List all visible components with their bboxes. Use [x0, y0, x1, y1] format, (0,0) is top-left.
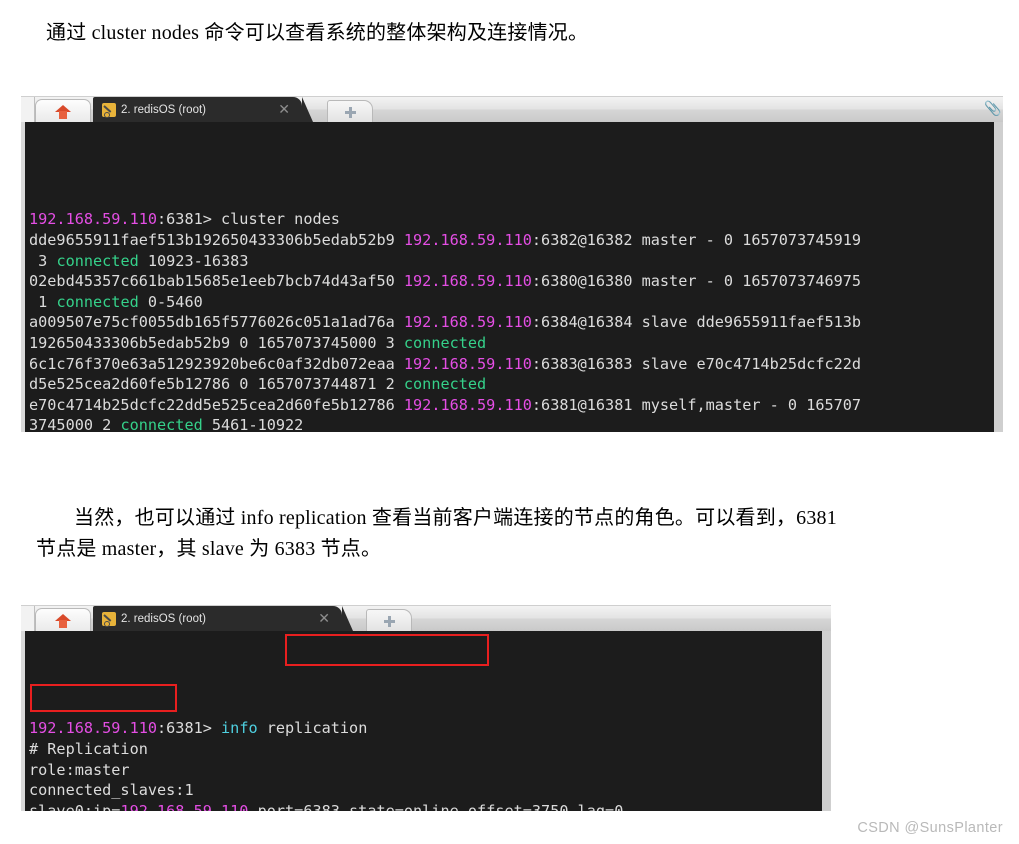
terminal-text-span: 0-5460 — [138, 292, 203, 311]
terminal-text-span: # Replication — [29, 739, 148, 758]
terminal-line: # Replication — [29, 739, 831, 760]
terminal-line: dde9655911faef513b192650433306b5edab52b9… — [29, 230, 1003, 251]
terminal-line: slave0:ip=192.168.59.110,port=6383,state… — [29, 801, 831, 811]
window2-tab-close-icon[interactable]: ✕ — [318, 610, 330, 626]
terminal-text-span: connected — [403, 375, 487, 394]
home-icon — [55, 104, 71, 119]
terminal-text-span: info — [221, 719, 258, 738]
terminal-line: connected_slaves:1 — [29, 780, 831, 801]
window1-terminal-scrollbar[interactable] — [994, 122, 1003, 432]
terminal-text-span: d5e525cea2d60fe5b12786 0 1657073744871 2 — [29, 375, 404, 394]
terminal-text-span: connected — [56, 251, 139, 270]
terminal-text-span: connected — [120, 416, 203, 432]
terminal-text-span: connected_slaves:1 — [29, 781, 194, 800]
window2-titlebar-left-edge — [21, 606, 35, 631]
home-icon — [55, 613, 71, 628]
intro-paragraph-info-replication: 当然，也可以通过 info replication 查看当前客户端连接的节点的角… — [36, 503, 988, 565]
terminal-text-span: 192.168.59.110 — [403, 313, 532, 332]
terminal-text-span: :6380@16380 master - 0 1657073746975 — [531, 272, 862, 291]
window2-tab-label: 2. redisOS (root) — [121, 612, 206, 625]
terminal-window-info-replication: 2. redisOS (root) ✕ 192.168.59.110:6381>… — [21, 605, 831, 811]
window2-session-tab[interactable]: 2. redisOS (root) ✕ — [93, 606, 353, 631]
window2-home-tab[interactable] — [35, 608, 91, 632]
window1-session-tab[interactable]: 2. redisOS (root) ✕ — [93, 97, 313, 122]
plus-icon — [383, 615, 395, 627]
terminal-text-span: 02ebd45357c661bab15685e1eeb7bcb74d43af50 — [29, 272, 404, 291]
intro-paragraph-cluster-nodes: 通过 cluster nodes 命令可以查看系统的整体架构及连接情况。 — [46, 18, 986, 49]
terminal-text-span: 192.168.59.110 — [403, 272, 532, 291]
terminal-text-span: ,port=6383,state=online,offset=3750,lag=… — [248, 801, 624, 811]
terminal-text-span: 192.168.59.110 — [403, 230, 532, 249]
terminal-text-span: 192650433306b5edab52b9 0 1657073745000 3 — [29, 333, 404, 352]
window2-terminal-scrollbar[interactable] — [822, 631, 831, 811]
terminal-line: 3745000 2 connected 5461-10922 — [29, 415, 1003, 432]
terminal-line: 1 connected 0-5460 — [29, 292, 1003, 313]
terminal-line: 3 connected 10923-16383 — [29, 251, 1003, 272]
terminal-text-span: 1 — [29, 292, 57, 311]
terminal-text-span: e70c4714b25dcfc22dd5e525cea2d60fe5b12786 — [29, 395, 404, 414]
terminal-line: d5e525cea2d60fe5b12786 0 1657073744871 2… — [29, 374, 1003, 395]
window1-terminal-output[interactable]: 192.168.59.110:6381> cluster nodes dde965… — [21, 122, 1003, 432]
intro-paragraph-line1: 当然，也可以通过 info replication 查看当前客户端连接的节点的角… — [74, 507, 837, 529]
terminal-text-span: 192.168.59.110 — [403, 354, 532, 373]
terminal-line: 192.168.59.110:6381> info replication — [29, 718, 831, 739]
terminal-text-span: 192.168.59.110 — [29, 719, 158, 738]
terminal-text-span: :6384@16384 slave dde9655911faef513b — [531, 313, 862, 332]
window1-home-tab[interactable] — [35, 99, 91, 123]
terminal-text-span: 3745000 2 — [29, 416, 121, 432]
window2-titlebar: 2. redisOS (root) ✕ — [21, 605, 831, 632]
window1-titlebar: 2. redisOS (root) ✕ 📎 — [21, 96, 1003, 123]
terminal-text-span: 3 — [29, 251, 57, 270]
terminal-text-span: dde9655911faef513b192650433306b5edab52b9 — [29, 230, 404, 249]
terminal-text-span: 10923-16383 — [138, 251, 249, 270]
plus-icon — [344, 106, 356, 118]
terminal-text-span: :6381@16381 myself,master - 0 165707 — [531, 395, 862, 414]
terminal-text-span: a009507e75cf0055db165f5776026c051a1ad76a — [29, 313, 404, 332]
terminal-text-span: 192.168.59.110 — [29, 210, 158, 229]
window2-new-tab-button[interactable] — [366, 609, 412, 632]
watermark: CSDN @SunsPlanter — [857, 820, 1003, 836]
wrench-icon — [102, 102, 116, 118]
terminal-text-span: :6381> cluster nodes — [157, 210, 340, 229]
window2-terminal-output[interactable]: 192.168.59.110:6381> info replication # R… — [21, 631, 831, 811]
terminal-text-span: :6381> — [157, 719, 222, 738]
terminal-text-span: 192.168.59.110 — [120, 801, 249, 811]
terminal-line: 02ebd45357c661bab15685e1eeb7bcb74d43af50… — [29, 271, 1003, 292]
wrench-icon — [102, 611, 116, 627]
window1-terminal-left-gutter — [21, 122, 25, 432]
terminal-text-span: connected — [56, 292, 139, 311]
intro-paragraph-line2: 节点是 master，其 slave 为 6383 节点。 — [36, 538, 382, 560]
terminal-text-span: :6382@16382 master - 0 1657073745919 — [531, 230, 862, 249]
intro-paragraph-text: 通过 cluster nodes 命令可以查看系统的整体架构及连接情况。 — [46, 22, 589, 44]
terminal-line: role:master — [29, 760, 831, 781]
terminal-window-cluster-nodes: 2. redisOS (root) ✕ 📎 192.168.59.110:638… — [21, 96, 1003, 432]
window2-terminal-left-gutter — [21, 631, 25, 811]
window1-new-tab-button[interactable] — [327, 100, 373, 123]
terminal-line: 192.168.59.110:6381> cluster nodes — [29, 209, 1003, 230]
window1-tab-label: 2. redisOS (root) — [121, 103, 206, 116]
window1-tab-close-icon[interactable]: ✕ — [278, 101, 290, 117]
terminal-line: 192650433306b5edab52b9 0 1657073745000 3… — [29, 333, 1003, 354]
terminal-line: e70c4714b25dcfc22dd5e525cea2d60fe5b12786… — [29, 395, 1003, 416]
terminal-text-span: 5461-10922 — [202, 416, 304, 432]
terminal-line: a009507e75cf0055db165f5776026c051a1ad76a… — [29, 312, 1003, 333]
terminal-line: 6c1c76f370e63a512923920be6c0af32db072eaa… — [29, 354, 1003, 375]
terminal-text-span: 6c1c76f370e63a512923920be6c0af32db072eaa — [29, 354, 404, 373]
terminal-text-span: connected — [403, 333, 487, 352]
terminal-text-span: :6383@16383 slave e70c4714b25dcfc22d — [531, 354, 862, 373]
terminal-text-span: 192.168.59.110 — [403, 395, 532, 414]
terminal-text-span: slave0:ip= — [29, 801, 121, 811]
terminal-text-span: role:master — [29, 760, 130, 779]
window1-titlebar-left-edge — [21, 97, 35, 122]
terminal-text-span: replication — [257, 719, 368, 738]
paperclip-icon[interactable]: 📎 — [984, 101, 1001, 118]
